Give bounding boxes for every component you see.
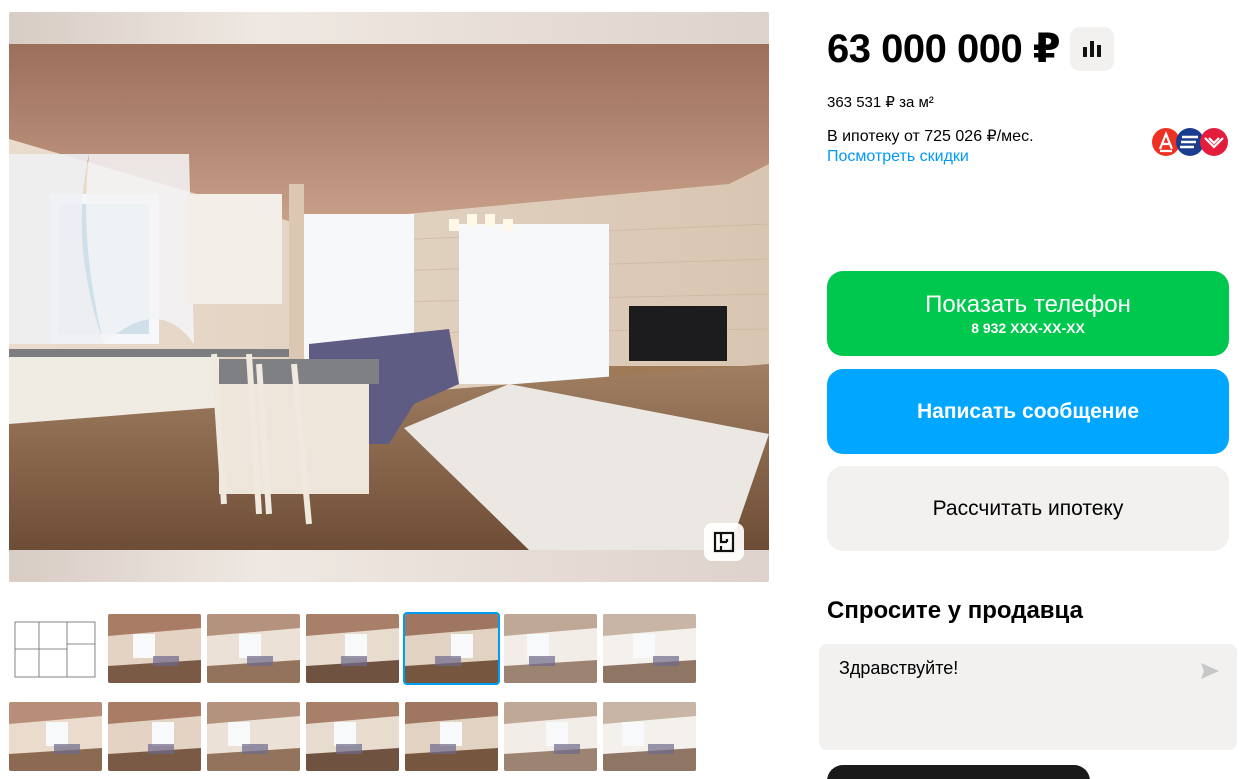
thumbnail-stairs[interactable] xyxy=(504,702,597,771)
ask-seller-message-input[interactable] xyxy=(819,644,1237,750)
mortgage-text: В ипотеку от 725 026 ₽/мес. xyxy=(827,128,1034,145)
thumbnail-kitchen-hall[interactable] xyxy=(306,614,399,683)
show-phone-label: Показать телефон xyxy=(925,290,1131,318)
write-message-button[interactable]: Написать сообщение xyxy=(827,369,1229,454)
main-photo[interactable] xyxy=(9,12,769,582)
masked-phone-number: 8 932 XXX-XX-XX xyxy=(971,319,1085,336)
thumbnail-kitchen-living[interactable] xyxy=(403,612,500,685)
photo-blur-bottom xyxy=(9,550,769,582)
show-phone-button[interactable]: Показать телефон 8 932 XXX-XX-XX xyxy=(827,271,1229,356)
price-stats-button[interactable] xyxy=(1070,27,1115,71)
photo-blur-top xyxy=(9,12,769,44)
price-per-m2: 363 531 ₽ за м² xyxy=(827,94,934,111)
calculate-mortgage-button[interactable]: Рассчитать ипотеку xyxy=(827,466,1229,551)
bank-logo-red xyxy=(1200,128,1228,156)
bank-logos[interactable] xyxy=(1150,126,1230,158)
floor-plan-button[interactable] xyxy=(704,523,744,561)
thumbnail-living-room-sofa[interactable] xyxy=(207,614,300,683)
alfa-bank-logo xyxy=(1152,128,1180,156)
floor-plan-icon xyxy=(713,531,735,553)
ask-seller-box xyxy=(819,644,1237,750)
price-row: 63 000 000 ₽ xyxy=(827,26,1115,72)
thumbnail-kitchen-fridge[interactable] xyxy=(603,614,696,683)
thumbnail-dining-room-2[interactable] xyxy=(108,702,201,771)
thumbnail-dining-room[interactable] xyxy=(9,702,102,771)
thumbnail-strip xyxy=(9,612,709,779)
thumbnail-row xyxy=(9,612,709,685)
bar-chart-icon xyxy=(1083,41,1102,57)
room-photo xyxy=(9,44,769,550)
thumbnail-kids-room[interactable] xyxy=(603,702,696,771)
discounts-link[interactable]: Посмотреть скидки xyxy=(827,148,969,166)
thumbnail-floor-plan[interactable] xyxy=(9,614,102,683)
thumbnail-kitchen-white[interactable] xyxy=(504,614,597,683)
dark-action-button[interactable] xyxy=(827,765,1090,779)
ask-seller-title: Спросите у продавца xyxy=(827,597,1083,624)
thumbnail-living-room[interactable] xyxy=(108,614,201,683)
send-arrow-icon[interactable] xyxy=(1199,660,1221,682)
thumbnail-bedroom[interactable] xyxy=(207,702,300,771)
thumbnail-hallway-doors[interactable] xyxy=(405,702,498,771)
thumbnail-row xyxy=(9,702,709,771)
bank-logo-blue xyxy=(1176,128,1204,156)
thumbnail-bedroom-2[interactable] xyxy=(306,702,399,771)
price: 63 000 000 ₽ xyxy=(827,27,1061,71)
